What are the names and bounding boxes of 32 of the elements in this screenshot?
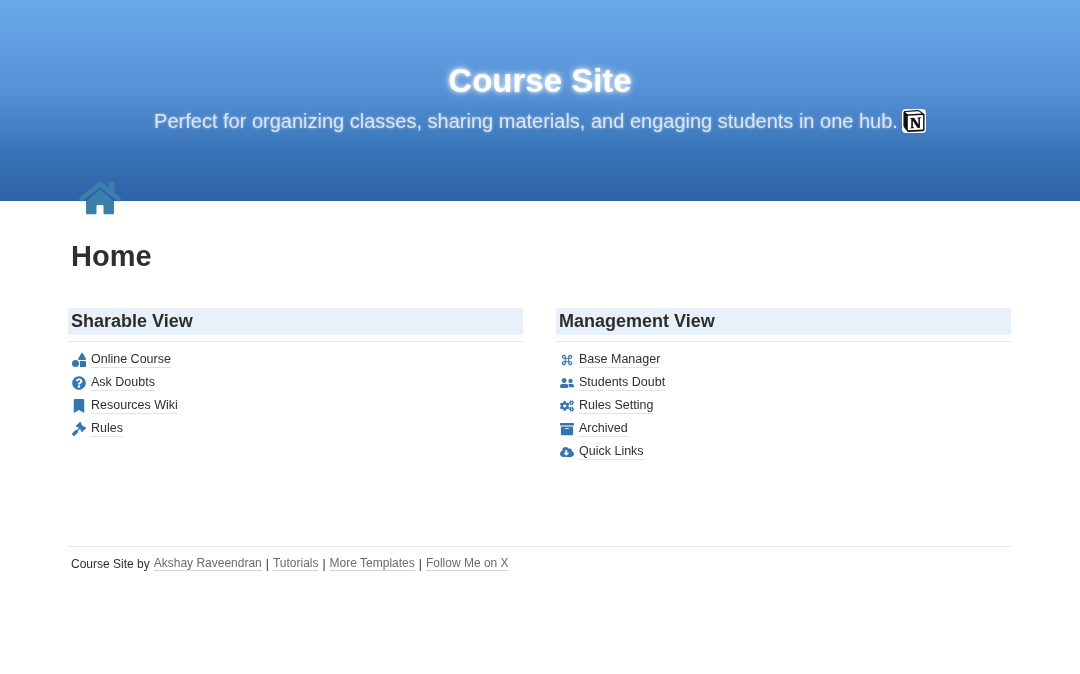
page-link[interactable]: Rules Setting [579, 397, 654, 414]
page-link[interactable]: Rules [91, 420, 123, 437]
footer-separator: | [265, 556, 269, 571]
question-icon [72, 375, 86, 390]
archive-box-icon [560, 421, 574, 436]
gears-icon [560, 398, 574, 413]
page-link[interactable]: Ask Doubts [91, 374, 155, 391]
page-link[interactable]: Quick Links [579, 443, 644, 460]
footer-link[interactable]: Tutorials [272, 556, 319, 571]
footer-separator: | [418, 556, 422, 571]
users-icon [560, 375, 574, 390]
notion-logo-icon [901, 109, 926, 133]
gavel-icon [72, 421, 86, 436]
page-title: Home [71, 239, 153, 273]
shapes-icon [72, 352, 86, 367]
cloud-download-icon [560, 444, 574, 459]
section-heading: Management View [556, 308, 1011, 335]
command-key-icon [560, 352, 574, 367]
footer-separator: | [322, 556, 326, 571]
footer-link[interactable]: More Templates [329, 556, 415, 571]
page-link[interactable]: Students Doubt [579, 374, 666, 391]
section-heading: Sharable View [68, 308, 523, 335]
bookmark-icon [72, 398, 86, 413]
page-link[interactable]: Resources Wiki [91, 397, 178, 414]
page-link[interactable]: Archived [579, 420, 628, 437]
page-link[interactable]: Online Course [91, 351, 171, 368]
footer-link[interactable]: Follow Me on X [425, 556, 509, 571]
page-link[interactable]: Base Manager [579, 351, 661, 368]
footer-link[interactable]: Akshay Raveendran [153, 556, 262, 571]
banner-subtitle: Perfect for organizing classes, sharing materials, and engaging students in one hub. [154, 109, 898, 133]
banner-title: Course Site [448, 61, 632, 101]
footer-text: Course Site by [71, 556, 150, 571]
